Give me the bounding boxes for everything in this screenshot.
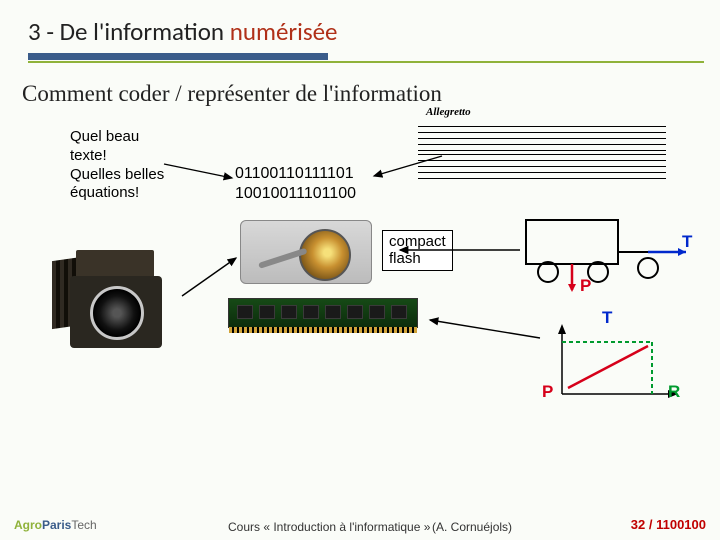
cf-l2: flash xyxy=(389,250,446,267)
staff-lower xyxy=(418,154,666,180)
ram-chip xyxy=(237,305,253,319)
label-T: T xyxy=(682,232,692,252)
logo-agroparistech: AgroParisTech xyxy=(14,518,97,532)
text-line-3: Quelles belles xyxy=(70,166,164,185)
compact-flash-label: compact flash xyxy=(382,230,453,271)
logo-agro: Agro xyxy=(14,518,42,532)
text-line-1: Quel beau xyxy=(70,128,164,147)
thick-rule xyxy=(28,53,328,60)
title-prefix: 3 - De l'information xyxy=(28,16,230,47)
slide-title: 3 - De l'information numérisée xyxy=(28,16,720,47)
graph-P: P xyxy=(542,382,553,402)
ram-stick-icon xyxy=(228,298,418,328)
text-line-2: texte! xyxy=(70,147,164,166)
pt-graph-icon: T P R xyxy=(540,316,690,412)
graph-T: T xyxy=(602,308,612,328)
camera-lens xyxy=(90,286,144,340)
slide-header: 3 - De l'information numérisée xyxy=(0,0,720,63)
camera-top xyxy=(76,250,154,278)
title-underline xyxy=(28,53,720,63)
text-example: Quel beau texte! Quelles belles équation… xyxy=(70,128,164,203)
label-P: P xyxy=(580,276,591,296)
ram-chip xyxy=(347,305,363,319)
course-title: Cours « Introduction à l'informatique » xyxy=(228,520,430,534)
tempo-marking: Allegretto xyxy=(426,106,471,118)
slide-subtitle: Comment coder / représenter de l'informa… xyxy=(22,81,720,107)
ram-pins xyxy=(229,327,417,333)
ram-chip xyxy=(259,305,275,319)
author-name: (A. Cornuéjols) xyxy=(432,520,512,534)
music-score-icon: Allegretto xyxy=(412,118,668,180)
page-sep: / xyxy=(645,517,656,532)
thin-rule xyxy=(28,61,704,63)
slide-footer: AgroParisTech Cours « Introduction à l'i… xyxy=(0,514,720,534)
cf-l1: compact xyxy=(389,233,446,250)
binary-line-1: 01100110111101 xyxy=(235,164,356,184)
page-total: 1100100 xyxy=(656,517,706,532)
truck-svg xyxy=(520,210,696,296)
hard-disk-icon xyxy=(240,220,372,284)
page-current: 32 xyxy=(631,517,645,532)
binary-code: 01100110111101 10010011101100 xyxy=(235,164,356,204)
diagram-canvas: Quel beau texte! Quelles belles équation… xyxy=(0,120,720,480)
ram-chip xyxy=(281,305,297,319)
ram-chip xyxy=(391,305,407,319)
ram-chip xyxy=(325,305,341,319)
ram-chip xyxy=(303,305,319,319)
ram-chip xyxy=(369,305,385,319)
logo-tech: Tech xyxy=(71,518,96,532)
vintage-camera-icon xyxy=(46,222,188,372)
truck-diagram-icon: T P xyxy=(520,210,696,296)
page-counter: 32 / 1100100 xyxy=(631,517,706,532)
staff-upper xyxy=(418,126,666,152)
text-line-4: équations! xyxy=(70,184,164,203)
logo-paris: Paris xyxy=(42,518,71,532)
binary-line-2: 10010011101100 xyxy=(235,184,356,204)
graph-R: R xyxy=(668,382,680,402)
title-accent: numérisée xyxy=(230,16,338,47)
